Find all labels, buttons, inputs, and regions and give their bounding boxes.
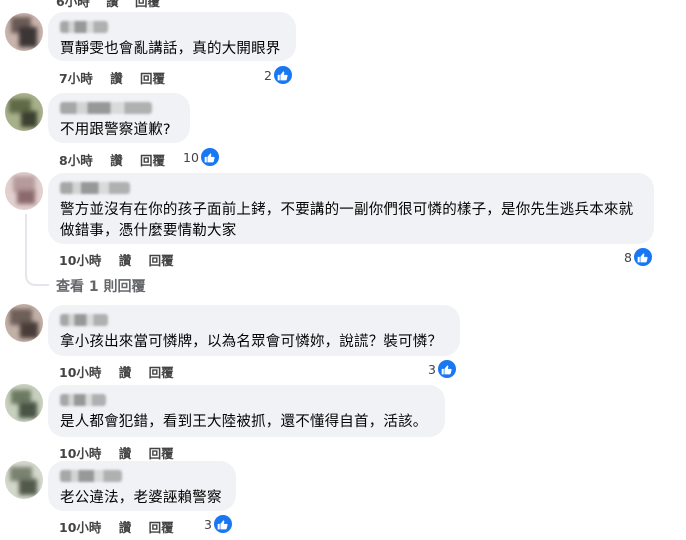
comment-time[interactable]: 7小時 <box>59 68 93 87</box>
reaction-count[interactable]: 3 <box>204 515 232 533</box>
like-button[interactable]: 讚 <box>119 443 132 462</box>
thumbs-up-icon <box>437 360 456 378</box>
comment-bubble: 老公違法，老婆誣賴警察 <box>48 461 236 511</box>
top-partial-actions: 6小時 讚 回覆 <box>56 0 160 10</box>
author-name-blurred[interactable] <box>60 394 106 406</box>
comment-text: 賈靜雯也會亂講話，真的大開眼界 <box>60 41 281 57</box>
reply-button[interactable]: 回覆 <box>149 517 174 536</box>
thumbs-up-icon <box>273 66 292 84</box>
top-time: 6小時 <box>56 0 90 9</box>
like-button[interactable]: 讚 <box>110 150 123 169</box>
thread-connector <box>25 270 49 286</box>
reply-button[interactable]: 回覆 <box>140 68 165 87</box>
thread-line <box>25 214 27 270</box>
top-like-button[interactable]: 讚 <box>106 0 119 9</box>
reply-button[interactable]: 回覆 <box>149 250 174 269</box>
like-button[interactable]: 讚 <box>119 517 132 536</box>
reply-button[interactable]: 回覆 <box>149 443 174 462</box>
comment-actions: 10小時 讚 回覆 <box>59 362 174 381</box>
comment-bubble: 不用跟警察道歉? <box>48 93 190 143</box>
author-name-blurred[interactable] <box>60 314 108 326</box>
comment-bubble: 是人都會犯錯，看到王大陸被抓，還不懂得自首，活該。 <box>48 385 445 437</box>
avatar[interactable] <box>5 93 43 131</box>
avatar[interactable] <box>5 13 43 51</box>
comment-bubble: 拿小孩出來當可憐牌，以為名眾會可憐妳，說謊？裝可憐？ <box>48 305 460 356</box>
author-name-blurred[interactable] <box>60 470 122 482</box>
like-button[interactable]: 讚 <box>119 250 132 269</box>
author-name-blurred[interactable] <box>60 102 152 114</box>
comment-time[interactable]: 10小時 <box>59 250 101 269</box>
thumbs-up-icon <box>633 248 652 266</box>
comment-bubble: 賈靜雯也會亂講話，真的大開眼界 <box>48 12 296 61</box>
avatar[interactable] <box>5 304 43 342</box>
thumbs-up-icon <box>213 515 232 533</box>
comment-text: 老公違法，老婆誣賴警察 <box>60 490 222 506</box>
avatar[interactable] <box>5 172 43 210</box>
like-button[interactable]: 讚 <box>110 68 123 87</box>
reaction-count[interactable]: 3 <box>428 360 456 378</box>
reply-button[interactable]: 回覆 <box>140 150 165 169</box>
thumbs-up-icon <box>200 148 219 166</box>
comment-text: 拿小孩出來當可憐牌，以為名眾會可憐妳，說謊？裝可憐？ <box>60 334 443 350</box>
author-name-blurred[interactable] <box>60 182 130 194</box>
comment-time[interactable]: 8小時 <box>59 150 93 169</box>
comment-actions: 10小時 讚 回覆 <box>59 517 174 536</box>
avatar[interactable] <box>5 384 43 422</box>
comment-bubble: 警方並沒有在你的孩子面前上銬，不要講的一副你們很可憐的樣子，是你先生逃兵本來就做… <box>48 173 654 244</box>
avatar[interactable] <box>5 461 43 499</box>
top-reply-button[interactable]: 回覆 <box>135 0 160 9</box>
reply-button[interactable]: 回覆 <box>149 362 174 381</box>
reaction-count[interactable]: 2 <box>264 66 292 84</box>
view-replies-link[interactable]: 查看 1 則回覆 <box>56 276 146 296</box>
author-name-blurred[interactable] <box>60 21 108 33</box>
comment-text: 警方並沒有在你的孩子面前上銬，不要講的一副你們很可憐的樣子，是你先生逃兵本來就做… <box>60 202 634 239</box>
comment-time[interactable]: 10小時 <box>59 517 101 536</box>
comment-actions: 10小時 讚 回覆 <box>59 443 174 462</box>
comment-actions: 10小時 讚 回覆 <box>59 250 174 269</box>
comment-actions: 8小時 讚 回覆 <box>59 150 165 169</box>
like-button[interactable]: 讚 <box>119 362 132 381</box>
reaction-count[interactable]: 8 <box>624 248 652 266</box>
comment-time[interactable]: 10小時 <box>59 443 101 462</box>
comment-actions: 7小時 讚 回覆 <box>59 68 165 87</box>
comment-text: 是人都會犯錯，看到王大陸被抓，還不懂得自首，活該。 <box>60 414 428 430</box>
comment-text: 不用跟警察道歉? <box>60 122 171 138</box>
comment-time[interactable]: 10小時 <box>59 362 101 381</box>
reaction-count[interactable]: 10 <box>183 148 219 166</box>
